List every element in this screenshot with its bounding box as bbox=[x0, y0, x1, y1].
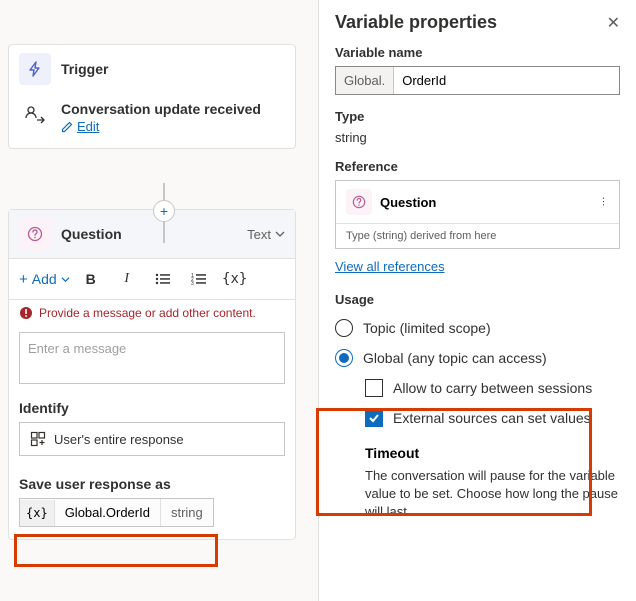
save-response-label: Save user response as bbox=[9, 466, 295, 498]
variable-chip-name: Global.OrderId bbox=[55, 499, 161, 526]
trigger-body: Conversation update received Edit bbox=[9, 93, 295, 148]
numbered-list-button[interactable]: 123 bbox=[184, 265, 214, 293]
question-icon bbox=[346, 189, 372, 215]
type-value: string bbox=[335, 130, 620, 145]
reference-subtext: Type (string) derived from here bbox=[336, 223, 619, 248]
variable-name-label: Variable name bbox=[335, 45, 620, 60]
variable-name-prefix: Global. bbox=[336, 67, 394, 94]
trigger-title: Trigger bbox=[61, 61, 108, 77]
variable-icon: {x} bbox=[20, 500, 55, 526]
reference-label: Reference bbox=[335, 159, 620, 174]
question-card: Question Text + Add B I 123 {x} Pr bbox=[8, 209, 296, 540]
variable-chip-type: string bbox=[161, 499, 213, 526]
bullet-list-button[interactable] bbox=[148, 265, 178, 293]
error-icon bbox=[19, 306, 33, 320]
question-header: Question Text bbox=[9, 210, 295, 259]
error-message: Provide a message or add other content. bbox=[9, 300, 295, 326]
chevron-down-icon bbox=[275, 229, 285, 239]
italic-button[interactable]: I bbox=[112, 265, 142, 293]
trigger-header: Trigger bbox=[9, 45, 295, 93]
chevron-down-icon bbox=[61, 275, 70, 284]
usage-label: Usage bbox=[335, 292, 620, 307]
trigger-card: Trigger Conversation update received Edi… bbox=[8, 44, 296, 149]
entity-icon bbox=[30, 431, 46, 447]
reference-title: Question bbox=[380, 195, 436, 210]
question-type-dropdown[interactable]: Text bbox=[247, 227, 285, 242]
conversation-icon bbox=[19, 101, 51, 125]
edit-link[interactable]: Edit bbox=[61, 119, 261, 134]
carry-between-sessions-checkbox[interactable]: Allow to carry between sessions bbox=[365, 379, 620, 397]
question-title: Question bbox=[61, 226, 122, 242]
add-button[interactable]: + Add bbox=[19, 271, 70, 288]
bold-button[interactable]: B bbox=[76, 265, 106, 293]
identify-label: Identify bbox=[9, 390, 295, 422]
message-input[interactable]: Enter a message bbox=[19, 332, 285, 384]
checkbox-checked-icon bbox=[365, 409, 383, 427]
add-node-button[interactable]: + bbox=[153, 200, 175, 222]
type-label: Type bbox=[335, 109, 620, 124]
variable-properties-panel: Variable properties ✕ Variable name Glob… bbox=[318, 0, 636, 601]
question-toolbar: + Add B I 123 {x} bbox=[9, 259, 295, 300]
variable-insert-button[interactable]: {x} bbox=[220, 265, 250, 293]
pencil-icon bbox=[61, 121, 73, 133]
reference-menu-button[interactable]: ⋯ bbox=[598, 196, 609, 208]
reference-box: Question ⋯ Type (string) derived from he… bbox=[335, 180, 620, 249]
identify-dropdown[interactable]: User's entire response bbox=[19, 422, 285, 456]
radio-checked-icon bbox=[335, 349, 353, 367]
conversation-update-title: Conversation update received bbox=[61, 101, 261, 117]
close-button[interactable]: ✕ bbox=[607, 13, 620, 33]
variable-name-input[interactable] bbox=[394, 67, 619, 94]
question-icon bbox=[19, 218, 51, 250]
radio-unchecked-icon bbox=[335, 319, 353, 337]
checkbox-unchecked-icon bbox=[365, 379, 383, 397]
variable-chip[interactable]: {x} Global.OrderId string bbox=[19, 498, 214, 527]
variable-name-field: Global. bbox=[335, 66, 620, 95]
usage-topic-radio[interactable]: Topic (limited scope) bbox=[335, 319, 620, 337]
timeout-text: The conversation will pause for the vari… bbox=[365, 467, 620, 522]
svg-text:3: 3 bbox=[191, 281, 194, 286]
trigger-icon bbox=[19, 53, 51, 85]
usage-global-radio[interactable]: Global (any topic can access) bbox=[335, 349, 620, 367]
view-all-references-link[interactable]: View all references bbox=[335, 259, 445, 274]
external-sources-checkbox[interactable]: External sources can set values bbox=[365, 409, 620, 427]
timeout-title: Timeout bbox=[365, 445, 620, 461]
panel-title: Variable properties bbox=[335, 12, 497, 33]
